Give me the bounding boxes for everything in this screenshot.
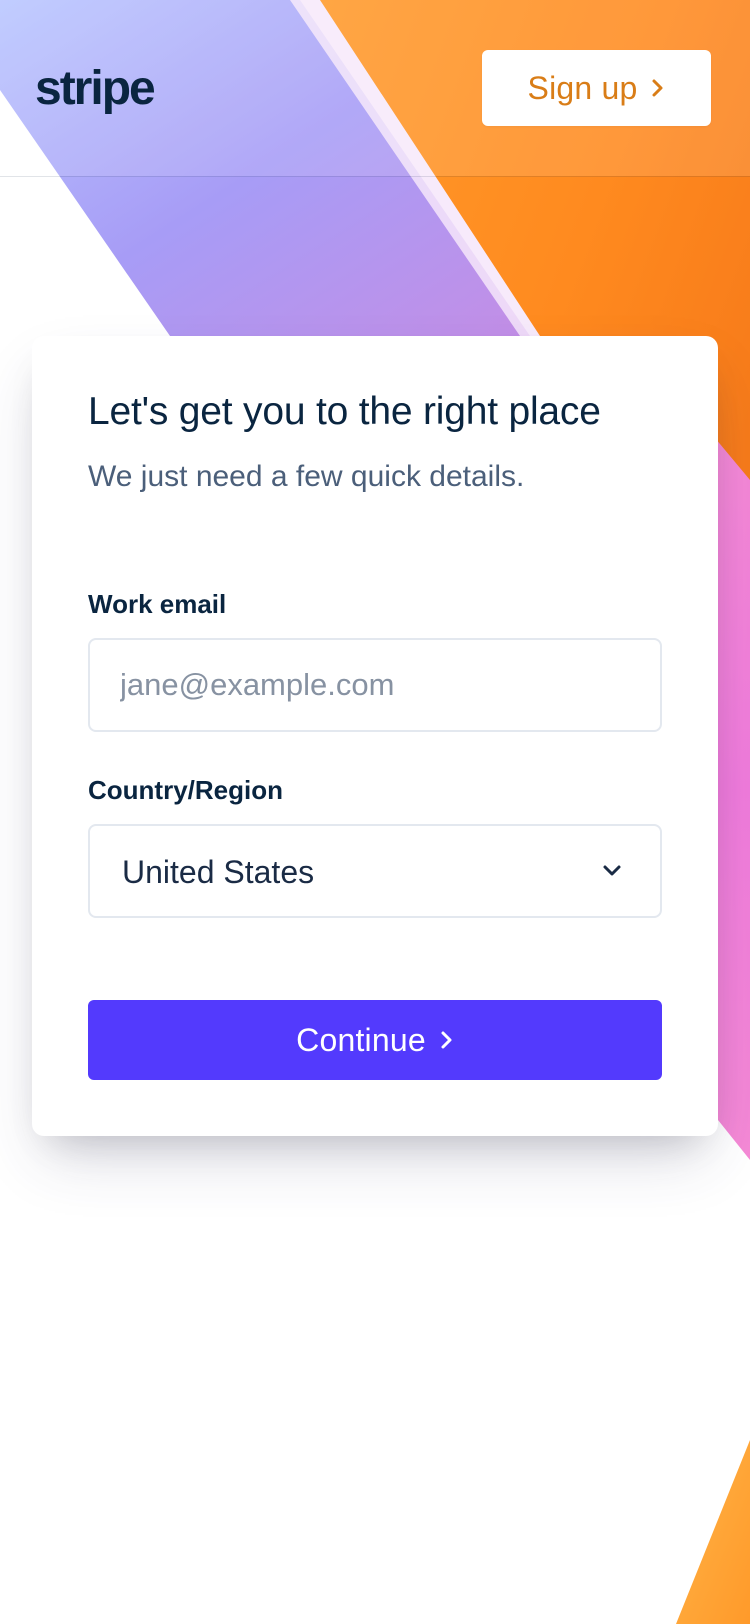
- sign-up-label: Sign up: [527, 69, 638, 106]
- country-selected-value: United States: [122, 854, 315, 890]
- site-header: stripe Sign up: [0, 0, 750, 177]
- stripe-logo-text: stripe: [35, 62, 155, 115]
- chevron-down-icon: [603, 865, 621, 876]
- card-title: Let's get you to the right place: [88, 390, 601, 433]
- continue-label: Continue: [296, 1021, 426, 1058]
- continue-button[interactable]: Continue: [88, 1000, 662, 1080]
- work-email-input[interactable]: [88, 638, 662, 732]
- country-region-label: Country/Region: [88, 775, 283, 805]
- work-email-label: Work email: [88, 589, 227, 619]
- chevron-right-icon: [441, 1031, 452, 1049]
- country-region-select[interactable]: United States: [88, 824, 662, 918]
- sign-up-button[interactable]: Sign up: [482, 50, 711, 126]
- stripe-logo[interactable]: stripe: [35, 58, 165, 118]
- details-card: Let's get you to the right place We just…: [32, 336, 718, 1136]
- header-divider: [0, 176, 750, 177]
- chevron-right-icon: [652, 79, 663, 97]
- signup-page: stripe Sign up Let's get you to the righ…: [0, 0, 750, 1624]
- card-subtitle: We just need a few quick details.: [88, 460, 525, 493]
